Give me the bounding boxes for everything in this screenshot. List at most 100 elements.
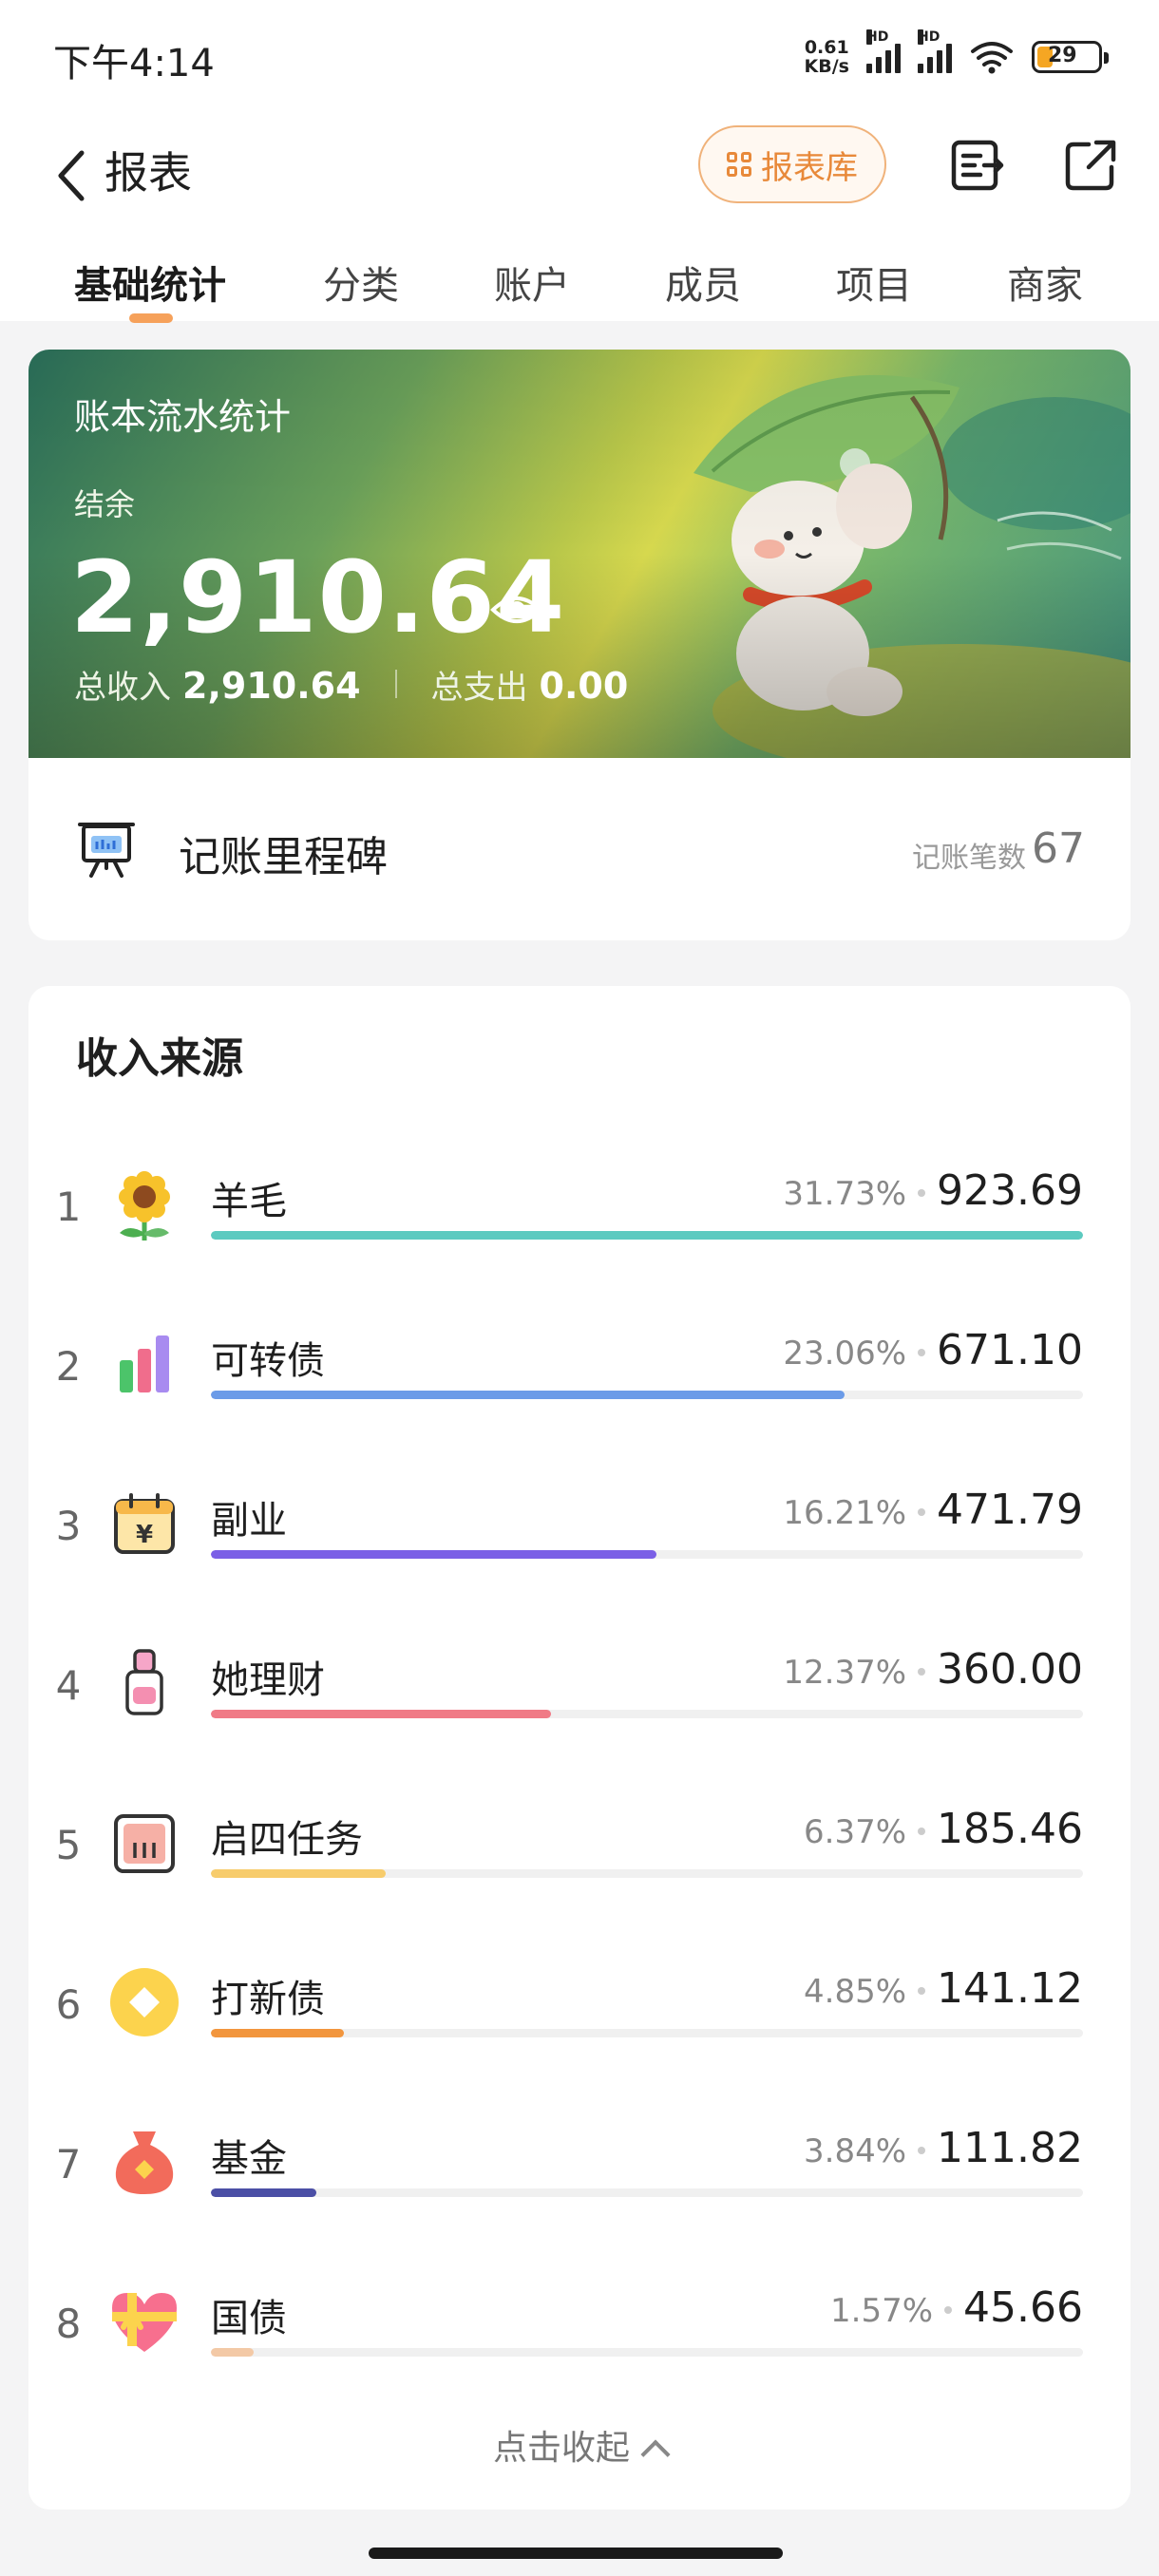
progress-bar-track xyxy=(211,1710,1083,1718)
share-external-icon[interactable] xyxy=(1060,135,1121,196)
gift-heart-icon xyxy=(112,2293,177,2352)
network-speed-value: 0.61 xyxy=(804,37,849,58)
rank-number: 5 xyxy=(55,1822,82,1868)
divider xyxy=(394,670,397,698)
income-item-name: 国债 xyxy=(211,2297,287,2340)
rank-number: 6 xyxy=(55,1981,82,2028)
hd-label-2: HD xyxy=(918,29,940,45)
section-title: 收入来源 xyxy=(76,1034,243,1083)
income-expense-row: 总收入 2,910.64 总支出 0.00 xyxy=(74,661,628,708)
income-item-amount: 185.46 xyxy=(937,1805,1083,1853)
tab-merchant[interactable]: 商家 xyxy=(1007,255,1083,310)
income-item-amount: 141.12 xyxy=(937,1964,1083,2013)
entry-count: 67 xyxy=(1032,824,1085,873)
chevron-left-icon xyxy=(58,150,85,201)
tab-basic-stats[interactable]: 基础统计 xyxy=(74,255,226,310)
summary-banner[interactable]: 账本流水统计 结余 2,910.64 总收入 2,910.64 总支出 0.00 xyxy=(28,350,1130,758)
income-item-name: 羊毛 xyxy=(211,1180,287,1223)
total-income-label: 总收入 xyxy=(74,669,171,707)
tab-account[interactable]: 账户 xyxy=(494,255,570,310)
progress-bar-track xyxy=(211,2348,1083,2357)
report-library-label: 报表库 xyxy=(761,148,858,187)
chevron-up-icon xyxy=(640,2439,671,2470)
milestone-label: 记账里程碑 xyxy=(179,833,388,881)
progress-bar-track xyxy=(211,1391,1083,1399)
income-item-percent: 16.21% xyxy=(783,1494,907,1532)
tab-category[interactable]: 分类 xyxy=(323,255,399,310)
active-tab-indicator xyxy=(129,313,173,323)
income-item-percent: 23.06% xyxy=(783,1335,907,1373)
progress-bar-fill xyxy=(211,1391,846,1399)
rank-number: 1 xyxy=(55,1184,82,1230)
grid-icon xyxy=(727,152,751,177)
total-expense-label: 总支出 xyxy=(430,669,528,707)
tab-member[interactable]: 成员 xyxy=(665,255,741,310)
progress-bar-track xyxy=(211,1231,1083,1240)
money-bag-icon xyxy=(115,2131,174,2194)
home-indicator[interactable] xyxy=(369,2548,783,2559)
income-item-amount: 471.79 xyxy=(937,1486,1083,1534)
balance-label: 结余 xyxy=(74,486,136,522)
income-item-name: 打新债 xyxy=(211,1978,325,2021)
ledger-summary-card: 账本流水统计 结余 2,910.64 总收入 2,910.64 总支出 0.00… xyxy=(28,350,1130,940)
income-item-row[interactable]: 5 启四任务 6.37% 185.46 xyxy=(28,1788,1130,1947)
presentation-board-icon xyxy=(78,823,135,878)
progress-bar-track xyxy=(211,2029,1083,2037)
bar-chart-icon xyxy=(120,1335,169,1392)
status-icons: 0.61 KB/s HD HD 29 xyxy=(805,29,1109,80)
report-library-button[interactable]: 报表库 xyxy=(698,125,886,203)
income-item-percent: 1.57% xyxy=(830,2292,934,2330)
income-item-row[interactable]: 2 可转债 23.06% 671.10 xyxy=(28,1309,1130,1468)
progress-bar-fill xyxy=(211,1710,551,1718)
income-item-amount: 111.82 xyxy=(937,2124,1083,2172)
collapse-button[interactable]: 点击收起 xyxy=(28,2420,1130,2470)
income-item-percent: 4.85% xyxy=(804,1973,907,2011)
yen-calendar-icon: ¥ xyxy=(114,1493,175,1554)
progress-bar-track xyxy=(211,1550,1083,1559)
total-expense-value: 0.00 xyxy=(539,665,629,707)
status-bar: 下午4:14 0.61 KB/s HD HD 29 xyxy=(0,0,1159,112)
rank-number: 8 xyxy=(55,2301,82,2347)
total-income-value: 2,910.64 xyxy=(182,665,361,707)
income-item-percent: 6.37% xyxy=(804,1813,907,1851)
income-item-row[interactable]: 8 国债 1.57% 45.66 xyxy=(28,2266,1130,2426)
tab-project[interactable]: 项目 xyxy=(836,255,912,310)
income-item-row[interactable]: 1 羊毛 31.73% 923.69 xyxy=(28,1149,1130,1309)
income-item-amount: 671.10 xyxy=(937,1326,1083,1374)
income-item-name: 可转债 xyxy=(211,1339,325,1383)
income-item-amount: 45.66 xyxy=(963,2283,1083,2332)
rank-number: 3 xyxy=(55,1503,82,1549)
collapse-label: 点击收起 xyxy=(492,2429,630,2468)
income-item-name: 副业 xyxy=(211,1499,287,1543)
network-speed-unit: KB/s xyxy=(804,56,849,77)
income-item-name: 基金 xyxy=(211,2137,287,2181)
progress-bar-fill xyxy=(211,2029,345,2037)
income-item-row[interactable]: 6 打新债 4.85% 141.12 xyxy=(28,1947,1130,2107)
income-item-amount: 360.00 xyxy=(937,1645,1083,1694)
back-button[interactable] xyxy=(48,133,95,218)
income-item-name: 启四任务 xyxy=(211,1818,363,1862)
income-item-row[interactable]: 3 ¥ 副业 16.21% 471.79 xyxy=(28,1468,1130,1628)
signal-icon: HD xyxy=(866,29,901,73)
income-item-row[interactable]: 4 她理财 12.37% 360.00 xyxy=(28,1628,1130,1788)
lipstick-icon xyxy=(125,1649,163,1715)
signal-icon-2: HD xyxy=(918,29,952,73)
tab-bar: 基础统计 分类 账户 成员 项目 商家 xyxy=(0,255,1159,321)
eye-icon[interactable] xyxy=(490,593,543,627)
battery-level: 29 xyxy=(1048,44,1077,67)
banner-title: 账本流水统计 xyxy=(74,396,292,438)
progress-bar-track xyxy=(211,1869,1083,1878)
sunflower-icon xyxy=(119,1171,170,1241)
wifi-icon xyxy=(971,42,1013,74)
income-item-amount: 923.69 xyxy=(937,1166,1083,1215)
network-speed: 0.61 KB/s xyxy=(805,38,849,76)
hd-label: HD xyxy=(866,29,889,45)
progress-bar-track xyxy=(211,2188,1083,2197)
milestone-row[interactable]: 记账里程碑 记账笔数 67 xyxy=(28,758,1130,940)
status-time: 下午4:14 xyxy=(53,42,215,85)
task-box-icon xyxy=(114,1814,175,1873)
export-list-icon[interactable] xyxy=(946,135,1007,196)
income-item-row[interactable]: 7 基金 3.84% 111.82 xyxy=(28,2107,1130,2266)
battery-icon: 29 xyxy=(1032,41,1109,73)
progress-bar-fill xyxy=(211,1231,1083,1240)
